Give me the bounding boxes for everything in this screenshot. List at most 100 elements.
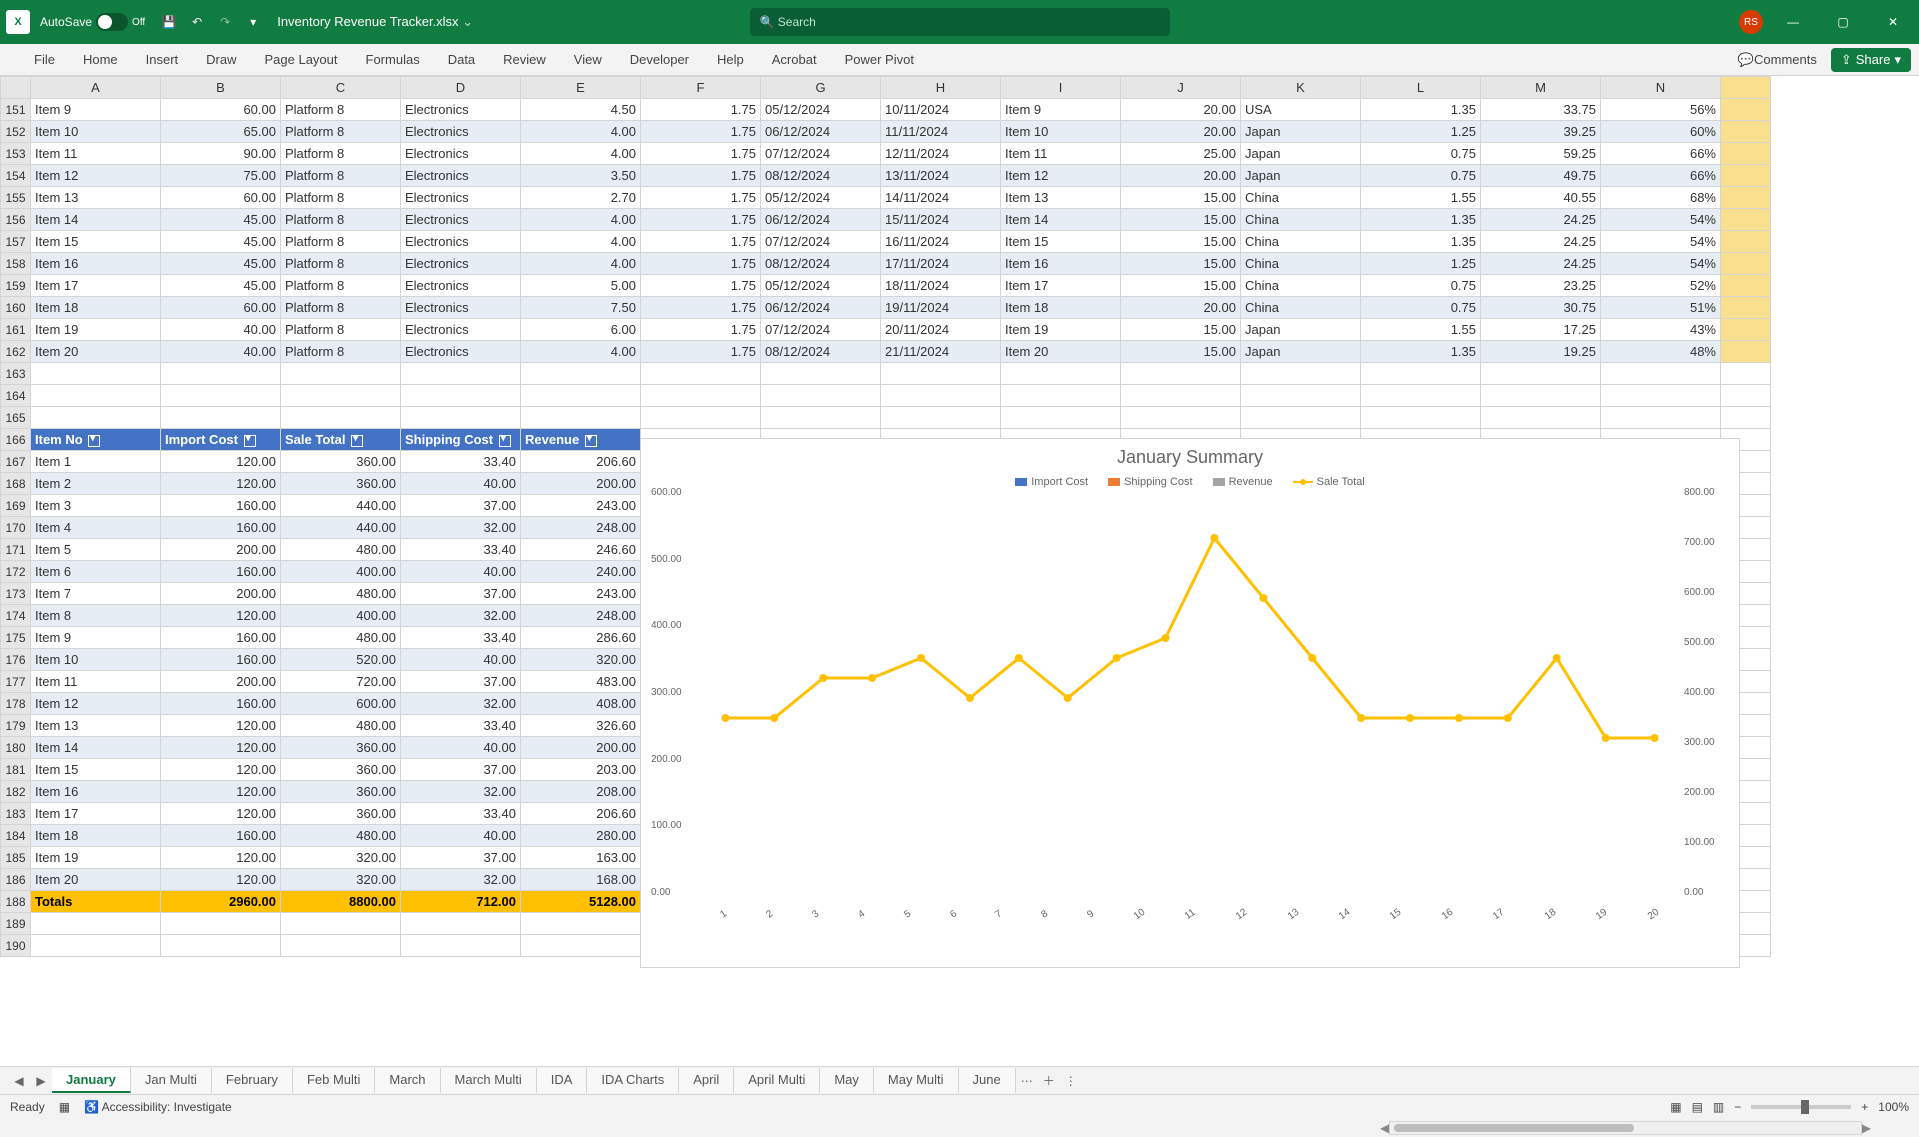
cell[interactable]: 37.00 [401, 671, 521, 693]
row-header[interactable]: 162 [1, 341, 31, 363]
sheet-tab-june[interactable]: June [959, 1068, 1016, 1093]
cell[interactable]: 21/11/2024 [881, 341, 1001, 363]
summary-header[interactable]: Sale Total [281, 429, 401, 451]
cell[interactable]: 1.75 [641, 99, 761, 121]
col-header-F[interactable]: F [641, 77, 761, 99]
cell[interactable]: Item 9 [31, 627, 161, 649]
view-pagelayout-icon[interactable]: ▤ [1692, 1100, 1703, 1114]
cell[interactable]: 4.00 [521, 121, 641, 143]
cell[interactable]: Item 13 [31, 715, 161, 737]
cell[interactable]: 120.00 [161, 781, 281, 803]
cell[interactable]: 3.50 [521, 165, 641, 187]
ribbon-tab-acrobat[interactable]: Acrobat [758, 46, 831, 73]
cell[interactable]: Platform 8 [281, 231, 401, 253]
cell[interactable]: Japan [1241, 143, 1361, 165]
cell[interactable]: 13/11/2024 [881, 165, 1001, 187]
ribbon-tab-draw[interactable]: Draw [192, 46, 250, 73]
sheet-tab-april[interactable]: April [679, 1068, 734, 1093]
cell[interactable] [521, 363, 641, 385]
ribbon-tab-formulas[interactable]: Formulas [352, 46, 434, 73]
cell[interactable]: 51% [1601, 297, 1721, 319]
cell[interactable]: 200.00 [161, 671, 281, 693]
cell[interactable]: 45.00 [161, 275, 281, 297]
cell[interactable]: Item 19 [31, 847, 161, 869]
cell[interactable]: 60.00 [161, 187, 281, 209]
cell[interactable] [31, 385, 161, 407]
cell[interactable]: 160.00 [161, 825, 281, 847]
cell[interactable] [881, 363, 1001, 385]
cell[interactable]: 66% [1601, 143, 1721, 165]
cell[interactable]: 15.00 [1121, 275, 1241, 297]
cell[interactable]: 23.25 [1481, 275, 1601, 297]
cell[interactable]: 120.00 [161, 605, 281, 627]
sheet-nav-prev[interactable]: ◀ [8, 1074, 30, 1088]
cell[interactable]: 483.00 [521, 671, 641, 693]
cell[interactable]: Platform 8 [281, 121, 401, 143]
cell[interactable] [1121, 407, 1241, 429]
cell[interactable] [31, 363, 161, 385]
row-header[interactable]: 160 [1, 297, 31, 319]
cell[interactable]: Japan [1241, 121, 1361, 143]
cell[interactable]: 0.75 [1361, 297, 1481, 319]
ribbon-tab-view[interactable]: View [560, 46, 616, 73]
cell[interactable]: 06/12/2024 [761, 297, 881, 319]
row-header[interactable]: 182 [1, 781, 31, 803]
cell[interactable]: 360.00 [281, 473, 401, 495]
cell[interactable]: 07/12/2024 [761, 231, 881, 253]
cell[interactable]: 120.00 [161, 803, 281, 825]
sheet-tab-march[interactable]: March [375, 1068, 440, 1093]
row-header[interactable]: 178 [1, 693, 31, 715]
cell[interactable]: 440.00 [281, 495, 401, 517]
row-header[interactable]: 189 [1, 913, 31, 935]
cell[interactable]: 60.00 [161, 297, 281, 319]
ribbon-tab-review[interactable]: Review [489, 46, 560, 73]
cell[interactable]: 11/11/2024 [881, 121, 1001, 143]
cell[interactable]: 66% [1601, 165, 1721, 187]
row-header[interactable]: 183 [1, 803, 31, 825]
row-header[interactable]: 161 [1, 319, 31, 341]
col-header-I[interactable]: I [1001, 77, 1121, 99]
row-header[interactable]: 181 [1, 759, 31, 781]
cell[interactable]: 1.75 [641, 297, 761, 319]
row-header[interactable]: 163 [1, 363, 31, 385]
undo-icon[interactable]: ↶ [183, 8, 211, 36]
cell[interactable] [641, 407, 761, 429]
cell[interactable]: 1.75 [641, 319, 761, 341]
cell[interactable]: Item 17 [31, 275, 161, 297]
row-header[interactable]: 175 [1, 627, 31, 649]
cell[interactable] [1721, 297, 1771, 319]
row-header[interactable]: 171 [1, 539, 31, 561]
summary-header[interactable]: Import Cost [161, 429, 281, 451]
cell[interactable]: Electronics [401, 121, 521, 143]
row-header[interactable]: 177 [1, 671, 31, 693]
cell[interactable]: 1.25 [1361, 253, 1481, 275]
row-header[interactable]: 159 [1, 275, 31, 297]
ribbon-tab-insert[interactable]: Insert [132, 46, 193, 73]
save-icon[interactable]: 💾 [155, 8, 183, 36]
cell[interactable]: 24.25 [1481, 253, 1601, 275]
cell[interactable]: 25.00 [1121, 143, 1241, 165]
cell[interactable]: 360.00 [281, 759, 401, 781]
filter-icon[interactable] [499, 435, 511, 447]
cell[interactable]: 320.00 [281, 847, 401, 869]
cell[interactable]: 40.00 [401, 825, 521, 847]
cell[interactable]: 160.00 [161, 627, 281, 649]
cell[interactable]: 33.75 [1481, 99, 1601, 121]
row-header[interactable]: 180 [1, 737, 31, 759]
cell[interactable]: China [1241, 275, 1361, 297]
cell[interactable]: 206.60 [521, 803, 641, 825]
cell[interactable]: China [1241, 209, 1361, 231]
sheet-more-icon[interactable]: ⋯ [1016, 1074, 1038, 1088]
cell[interactable] [1241, 363, 1361, 385]
cell[interactable]: 240.00 [521, 561, 641, 583]
cell[interactable]: Item 11 [31, 143, 161, 165]
sheet-tab-feb-multi[interactable]: Feb Multi [293, 1068, 375, 1093]
cell[interactable]: 168.00 [521, 869, 641, 891]
cell[interactable]: 1.75 [641, 231, 761, 253]
cell[interactable]: 90.00 [161, 143, 281, 165]
cell[interactable]: 40.00 [401, 561, 521, 583]
cell[interactable]: 32.00 [401, 517, 521, 539]
cell[interactable]: Platform 8 [281, 165, 401, 187]
sheet-tab-may-multi[interactable]: May Multi [874, 1068, 959, 1093]
macro-icon[interactable]: ▦ [59, 1100, 70, 1114]
